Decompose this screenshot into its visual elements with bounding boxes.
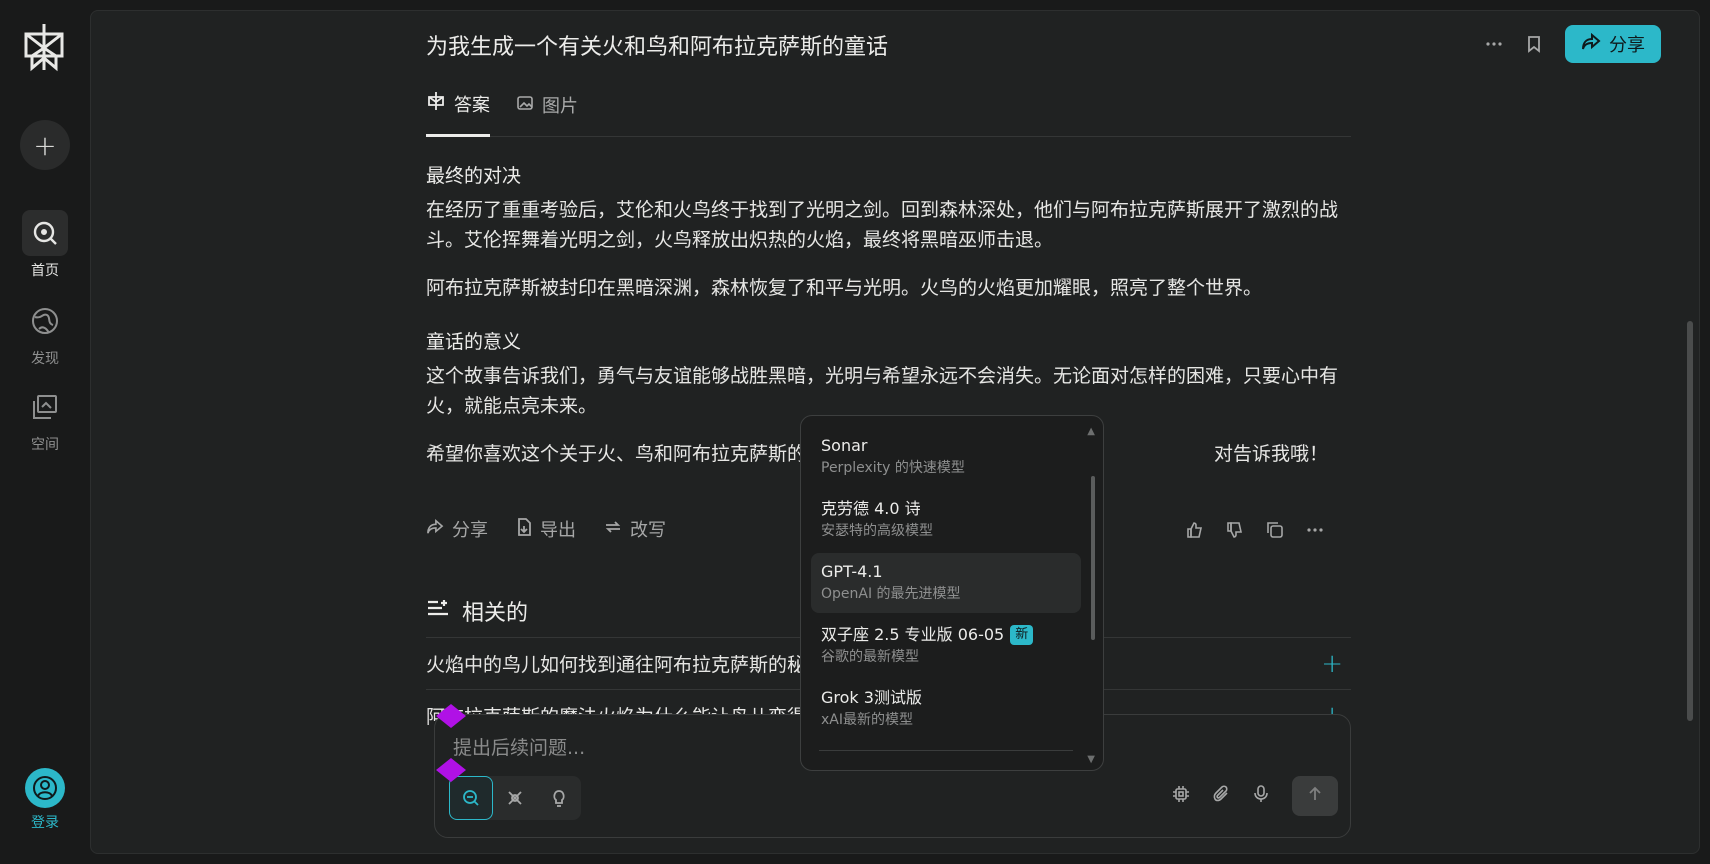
related-list-icon: [426, 598, 450, 624]
paragraph: 在经历了重重考验后，艾伦和火鸟终于找到了光明之剑。回到森林深处，他们与阿布拉克萨…: [426, 199, 1339, 251]
header-actions: 分享: [1485, 25, 1661, 63]
thumbs-up-icon[interactable]: [1186, 521, 1204, 543]
spaces-icon: [22, 384, 68, 430]
model-name: Grok 3测试版: [821, 688, 922, 707]
tab-label: 答案: [454, 94, 490, 116]
model-chip-icon[interactable]: [1172, 785, 1190, 807]
plus-icon[interactable]: +: [1321, 649, 1343, 679]
tab-images[interactable]: 图片: [516, 85, 578, 125]
microphone-icon[interactable]: [1252, 785, 1270, 807]
share-icon: [426, 518, 444, 540]
search-mode-button[interactable]: [449, 776, 493, 820]
sidebar-item-discover[interactable]: 发现: [0, 298, 90, 368]
more-options-icon[interactable]: [1485, 35, 1503, 53]
share-icon: [1581, 32, 1601, 56]
model-selector-menu: ▲ ▼ Sonar Perplexity 的快速模型 克劳德 4.0 诗 安瑟特…: [800, 415, 1104, 771]
perplexity-logo-icon[interactable]: [22, 22, 66, 72]
model-desc: Perplexity 的快速模型: [821, 460, 965, 476]
tab-answer[interactable]: 答案: [426, 85, 490, 137]
paragraph: 阿布拉克萨斯被封印在黑暗深渊，森林恢复了和平与光明。火鸟的火焰更加耀眼，照亮了整…: [426, 277, 1263, 299]
related-heading: 相关的: [426, 595, 528, 627]
more-icon[interactable]: [1306, 521, 1324, 543]
closing-text-tail: 对告诉我哦！: [1214, 443, 1329, 465]
new-thread-button[interactable]: +: [20, 120, 70, 170]
model-name-row: 双子座 2.5 专业版 06-05 新: [821, 624, 1071, 646]
login-label: 登录: [31, 815, 59, 831]
attach-icon[interactable]: [1212, 785, 1230, 807]
feedback-actions: [1186, 521, 1324, 543]
submit-button[interactable]: [1292, 776, 1338, 816]
search-mode-group: [449, 776, 581, 820]
scroll-up-icon[interactable]: ▲: [1087, 426, 1095, 437]
page-scrollbar[interactable]: [1687, 321, 1693, 721]
rewrite-button[interactable]: 改写: [604, 516, 666, 542]
page-title: 为我生成一个有关火和鸟和阿布拉克萨斯的童话: [426, 35, 889, 60]
share-button[interactable]: 分享: [1565, 25, 1661, 63]
model-option-gemini[interactable]: 双子座 2.5 专业版 06-05 新 谷歌的最新模型: [811, 616, 1081, 676]
answer-tabs: 答案 图片: [426, 85, 1351, 137]
scroll-down-icon[interactable]: ▼: [1087, 754, 1095, 765]
research-mode-button[interactable]: [493, 776, 537, 820]
model-option-claude[interactable]: 克劳德 4.0 诗 安瑟特的高级模型: [811, 490, 1081, 550]
model-desc: xAI最新的模型: [821, 712, 913, 728]
follow-up-input[interactable]: 提出后续问题...: [453, 733, 585, 760]
perplexity-icon: [426, 91, 446, 116]
answer-actions: 分享 导出 改写: [426, 516, 666, 542]
share-answer-label: 分享: [452, 520, 488, 541]
search-icon: [22, 210, 68, 256]
section-heading: 童话的意义: [426, 331, 522, 353]
user-avatar-icon: [25, 768, 65, 808]
globe-icon: [22, 298, 68, 344]
export-icon: [516, 517, 532, 541]
sidebar-item-home[interactable]: 首页: [0, 210, 90, 280]
related-heading-label: 相关的: [462, 601, 529, 626]
tab-label: 图片: [542, 96, 578, 117]
model-desc: 谷歌的最新模型: [821, 649, 919, 665]
model-option-grok[interactable]: Grok 3测试版 xAI最新的模型: [811, 679, 1081, 739]
rewrite-label: 改写: [630, 520, 666, 541]
bookmark-icon[interactable]: [1525, 35, 1543, 53]
model-option-gpt-4-1[interactable]: GPT-4.1 OpenAI 的最先进模型: [811, 553, 1081, 613]
rewrite-icon: [604, 519, 622, 540]
model-desc: 安瑟特的高级模型: [821, 523, 933, 539]
model-name: GPT-4.1: [821, 562, 883, 581]
export-button[interactable]: 导出: [516, 516, 576, 542]
sidebar-item-label: 发现: [31, 351, 59, 367]
menu-scrollbar[interactable]: [1091, 476, 1095, 640]
labs-mode-button[interactable]: [537, 776, 581, 820]
sidebar-item-spaces[interactable]: 空间: [0, 384, 90, 454]
new-badge: 新: [1010, 625, 1034, 645]
input-tools: [1172, 776, 1338, 816]
login-button[interactable]: 登录: [0, 768, 90, 832]
paragraph: 这个故事告诉我们，勇气与友谊能够战胜黑暗，光明与希望永远不会消失。无论面对怎样的…: [426, 365, 1339, 417]
sidebar: + 首页 发现 空间 登录: [0, 0, 90, 864]
thumbs-down-icon[interactable]: [1226, 521, 1244, 543]
image-icon: [516, 94, 534, 117]
model-name: 双子座 2.5 专业版 06-05: [821, 625, 1005, 644]
copy-icon[interactable]: [1266, 521, 1284, 543]
share-answer-button[interactable]: 分享: [426, 516, 488, 542]
related-item-text: 火焰中的鸟儿如何找到通往阿布拉克萨斯的秘密路径: [426, 654, 864, 676]
arrow-up-icon: [1307, 786, 1323, 806]
model-name: Sonar: [821, 436, 868, 455]
model-option-sonar[interactable]: Sonar Perplexity 的快速模型: [811, 427, 1081, 487]
menu-divider: [819, 750, 1073, 751]
sidebar-item-label: 首页: [31, 263, 59, 279]
model-name: 克劳德 4.0 诗: [821, 499, 921, 518]
model-desc: OpenAI 的最先进模型: [821, 586, 961, 602]
export-label: 导出: [540, 520, 576, 541]
share-button-label: 分享: [1609, 35, 1645, 56]
sidebar-item-label: 空间: [31, 437, 59, 453]
section-heading: 最终的对决: [426, 165, 522, 187]
